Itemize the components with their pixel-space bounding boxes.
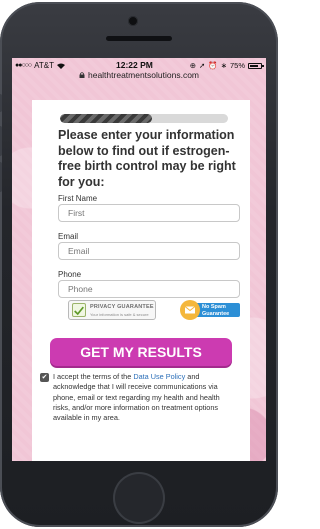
phone-label: Phone bbox=[58, 270, 82, 279]
no-spam-badge: No Spam Guarantee bbox=[180, 300, 240, 320]
checkmark-shield-icon bbox=[72, 303, 86, 317]
first-name-label: First Name bbox=[58, 194, 98, 203]
consent-text: I accept the terms of the Data Use Polic… bbox=[53, 372, 237, 423]
status-left: ●●○○○ AT&T bbox=[15, 61, 65, 70]
bluetooth-icon: ∗ bbox=[220, 61, 227, 70]
phone-input[interactable] bbox=[58, 280, 240, 298]
status-time: 12:22 PM bbox=[116, 60, 153, 70]
trust-badges: PRIVACY GUARANTEE Your information is sa… bbox=[68, 300, 248, 322]
home-button[interactable] bbox=[113, 472, 165, 524]
privacy-guarantee-badge: PRIVACY GUARANTEE Your information is sa… bbox=[68, 300, 156, 320]
consent-text-before: I accept the terms of the bbox=[53, 372, 134, 381]
battery-percent: 75% bbox=[229, 61, 245, 70]
phone-frame: ●●○○○ AT&T 12:22 PM ⊕ ➚ ⏰ ∗ 75% healthtr… bbox=[0, 2, 278, 527]
phone-screen: ●●○○○ AT&T 12:22 PM ⊕ ➚ ⏰ ∗ 75% healthtr… bbox=[12, 58, 266, 461]
no-spam-ribbon: No Spam Guarantee bbox=[194, 303, 240, 317]
alarm-icon: ⏰ bbox=[208, 61, 218, 70]
email-input[interactable] bbox=[58, 242, 240, 260]
signal-strength-icon: ●●○○○ bbox=[15, 62, 32, 69]
consent-checkbox[interactable]: ✔ bbox=[40, 373, 49, 382]
envelope-icon bbox=[180, 300, 200, 320]
battery-icon bbox=[248, 62, 264, 69]
email-label: Email bbox=[58, 232, 79, 241]
front-camera bbox=[128, 16, 138, 26]
rotation-lock-icon: ⊕ bbox=[189, 61, 197, 70]
lock-icon bbox=[79, 72, 85, 78]
checkmark-icon bbox=[74, 306, 84, 316]
wifi-icon bbox=[57, 63, 65, 69]
mute-switch bbox=[0, 94, 2, 112]
progress-bar bbox=[60, 114, 228, 123]
no-spam-line2: Guarantee bbox=[202, 310, 230, 317]
earpiece-speaker bbox=[106, 36, 172, 41]
volume-up-button bbox=[0, 126, 2, 156]
location-icon: ➚ bbox=[199, 61, 206, 70]
volume-down-button bbox=[0, 162, 2, 192]
privacy-badge-subtitle: Your information is safe & secure bbox=[90, 312, 149, 317]
data-use-policy-link[interactable]: Data Use Policy bbox=[133, 372, 185, 381]
first-name-input[interactable] bbox=[58, 204, 240, 222]
url-text: healthtreatmentsolutions.com bbox=[87, 70, 200, 80]
privacy-badge-title: PRIVACY GUARANTEE bbox=[90, 304, 154, 310]
get-my-results-button[interactable]: GET MY RESULTS bbox=[50, 338, 232, 366]
form-headline: Please enter your information below to f… bbox=[58, 128, 236, 189]
carrier-name: AT&T bbox=[34, 61, 54, 70]
address-bar[interactable]: healthtreatmentsolutions.com bbox=[12, 70, 266, 82]
status-right: ⊕ ➚ ⏰ ∗ 75% bbox=[189, 61, 264, 70]
envelope-glyph bbox=[184, 306, 196, 314]
progress-fill bbox=[60, 114, 153, 123]
